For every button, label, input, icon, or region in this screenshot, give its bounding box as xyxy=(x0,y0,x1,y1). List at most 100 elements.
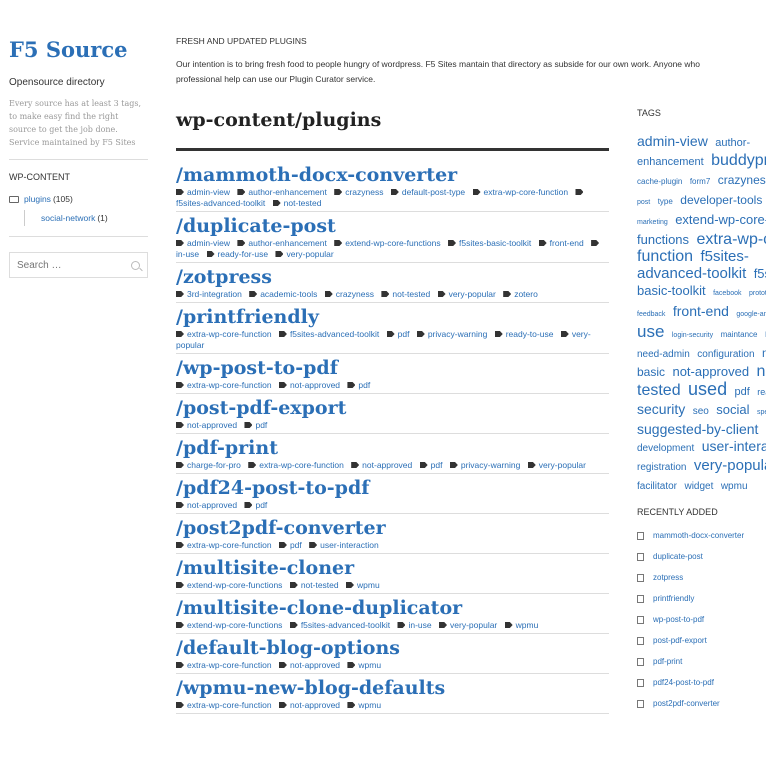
tag-link[interactable]: charge-for-pro xyxy=(176,460,241,470)
recent-item[interactable]: pdf-print xyxy=(637,651,766,672)
plugin-title-link[interactable]: /pdf24-post-to-pdf xyxy=(176,476,609,500)
tag-link[interactable]: wpmu xyxy=(504,620,538,630)
tag-link[interactable]: not-tested xyxy=(381,289,430,299)
tag-link[interactable]: extend-wp-core-functions xyxy=(176,620,282,630)
tag-link[interactable]: front-end xyxy=(538,238,584,248)
recent-item[interactable]: zotpress xyxy=(637,567,766,588)
tag-link[interactable]: not-approved xyxy=(351,460,412,470)
plugin-title-link[interactable]: /printfriendly xyxy=(176,305,609,329)
tag-cloud-link[interactable]: form7 xyxy=(690,177,710,186)
tag-link[interactable]: extra-wp-core-function xyxy=(176,380,272,390)
tag-link[interactable]: very-popular xyxy=(527,460,586,470)
tag-link[interactable]: extra-wp-core-function xyxy=(176,329,272,339)
tag-link[interactable]: admin-view xyxy=(176,238,230,248)
tag-link[interactable]: very-popular xyxy=(275,249,334,259)
recent-item[interactable]: duplicate-post xyxy=(637,546,766,567)
tag-cloud-link[interactable]: registration xyxy=(637,462,686,473)
tag-cloud-link[interactable]: buddypress xyxy=(711,152,766,169)
tag-link[interactable]: wpmu xyxy=(347,660,381,670)
tag-link[interactable]: default-post-type xyxy=(390,187,465,197)
tag-link[interactable]: extra-wp-core-function xyxy=(176,700,272,710)
tag-link[interactable]: privacy-warning xyxy=(449,460,520,470)
tag-link[interactable]: pdf xyxy=(278,540,302,550)
tag-cloud-link[interactable]: developer-tools xyxy=(680,193,762,207)
plugin-title-link[interactable]: /multisite-clone-duplicator xyxy=(176,596,609,620)
tag-cloud-link[interactable]: cache-plugin xyxy=(637,177,682,186)
tag-cloud-link[interactable]: very-popular xyxy=(694,457,766,474)
tag-link[interactable]: pdf xyxy=(386,329,409,339)
recent-item-link[interactable]: pdf-print xyxy=(653,657,682,666)
tag-link[interactable]: not-approved xyxy=(278,660,340,670)
search-box[interactable] xyxy=(9,252,148,278)
tag-cloud-link[interactable]: spellcheck xyxy=(757,409,766,416)
tag-link[interactable]: zotero xyxy=(503,289,538,299)
plugin-title-link[interactable]: /wpmu-new-blog-defaults xyxy=(176,676,609,700)
recent-item-link[interactable]: post-pdf-export xyxy=(653,636,707,645)
tag-link[interactable]: f5sites-basic-toolkit xyxy=(448,238,531,248)
tag-link[interactable]: ready-to-use xyxy=(494,329,553,339)
recent-item[interactable]: post-pdf-export xyxy=(637,630,766,651)
tag-link[interactable]: very-popular xyxy=(439,620,497,630)
tag-cloud-link[interactable]: crazyness xyxy=(718,173,766,187)
tag-link[interactable]: not-approved xyxy=(176,420,237,430)
tag-cloud-link[interactable]: used xyxy=(688,379,727,399)
tree-item-label[interactable]: plugins xyxy=(24,194,51,204)
tag-link[interactable]: ready-for-use xyxy=(206,249,268,259)
tag-cloud-link[interactable]: suggested-by-client xyxy=(637,421,758,437)
tree-item-social-network[interactable]: social-network (1) xyxy=(24,210,148,226)
plugin-title-link[interactable]: /default-blog-options xyxy=(176,636,609,660)
tag-link[interactable]: extra-wp-core-function xyxy=(176,660,272,670)
recent-item[interactable]: wp-post-to-pdf xyxy=(637,609,766,630)
plugin-title-link[interactable]: /wp-post-to-pdf xyxy=(176,356,609,380)
recent-item-link[interactable]: printfriendly xyxy=(653,594,694,603)
tree-item-label[interactable]: social-network xyxy=(41,213,95,223)
tag-cloud-link[interactable]: wpmu xyxy=(721,481,748,492)
tag-link[interactable]: extend-wp-core-functions xyxy=(176,580,282,590)
tag-link[interactable]: extra-wp-core-function xyxy=(248,460,344,470)
tag-link[interactable]: very-popular xyxy=(437,289,496,299)
plugin-title-link[interactable]: /duplicate-post xyxy=(176,214,609,238)
tag-link[interactable]: pdf xyxy=(347,380,370,390)
tag-link[interactable]: not-approved xyxy=(278,700,340,710)
tag-cloud-link[interactable]: facebook xyxy=(713,290,741,297)
tag-link[interactable]: not-tested xyxy=(289,580,339,590)
tag-link[interactable]: crazyness xyxy=(334,187,383,197)
tag-cloud-link[interactable]: security xyxy=(637,401,685,417)
tree-item-plugins[interactable]: plugins (105) xyxy=(9,194,148,204)
recent-item[interactable]: mammoth-docx-converter xyxy=(637,525,766,546)
recent-item-link[interactable]: zotpress xyxy=(653,573,683,582)
tag-link[interactable]: extra-wp-core-function xyxy=(472,187,568,197)
search-input[interactable] xyxy=(17,259,117,271)
tag-link[interactable]: pdf xyxy=(419,460,442,470)
search-icon[interactable] xyxy=(131,260,140,270)
tag-cloud-link[interactable]: configuration xyxy=(697,349,754,360)
tag-link[interactable]: admin-view xyxy=(176,187,230,197)
tag-cloud-link[interactable]: type xyxy=(658,197,673,206)
recent-item-link[interactable]: mammoth-docx-converter xyxy=(653,531,744,540)
recent-item[interactable]: printfriendly xyxy=(637,588,766,609)
tag-cloud-link[interactable]: user-interaction xyxy=(702,438,766,454)
tag-link[interactable]: privacy-warning xyxy=(416,329,487,339)
tag-link[interactable]: in-use xyxy=(397,620,432,630)
tag-cloud-link[interactable]: not-approved xyxy=(672,364,749,379)
tag-cloud-link[interactable]: admin-view xyxy=(637,133,708,149)
tag-cloud-link[interactable]: development xyxy=(637,443,694,454)
tag-cloud-link[interactable]: need-admin xyxy=(637,349,690,360)
recent-item[interactable]: post2pdf-converter xyxy=(637,693,766,714)
tag-link[interactable]: pdf xyxy=(244,420,267,430)
tag-link[interactable]: crazyness xyxy=(324,289,374,299)
tag-link[interactable]: extend-wp-core-functions xyxy=(334,238,441,248)
tag-link[interactable]: author-enhancement xyxy=(237,187,327,197)
tag-cloud-link[interactable]: pdf xyxy=(735,386,750,398)
plugin-title-link[interactable]: /mammoth-docx-converter xyxy=(176,163,609,187)
tag-link[interactable]: 3rd-integration xyxy=(176,289,242,299)
tag-cloud-link[interactable]: ready-for-use xyxy=(757,387,766,397)
plugin-title-link[interactable]: /post-pdf-export xyxy=(176,396,609,420)
tag-link[interactable]: pdf xyxy=(244,500,267,510)
tag-cloud-link[interactable]: maintance xyxy=(721,330,758,339)
plugin-title-link[interactable]: /zotpress xyxy=(176,265,609,289)
tag-cloud-link[interactable]: feedback xyxy=(637,311,665,318)
plugin-title-link[interactable]: /pdf-print xyxy=(176,436,609,460)
recent-item-link[interactable]: wp-post-to-pdf xyxy=(653,615,704,624)
tag-link[interactable]: wpmu xyxy=(347,700,381,710)
